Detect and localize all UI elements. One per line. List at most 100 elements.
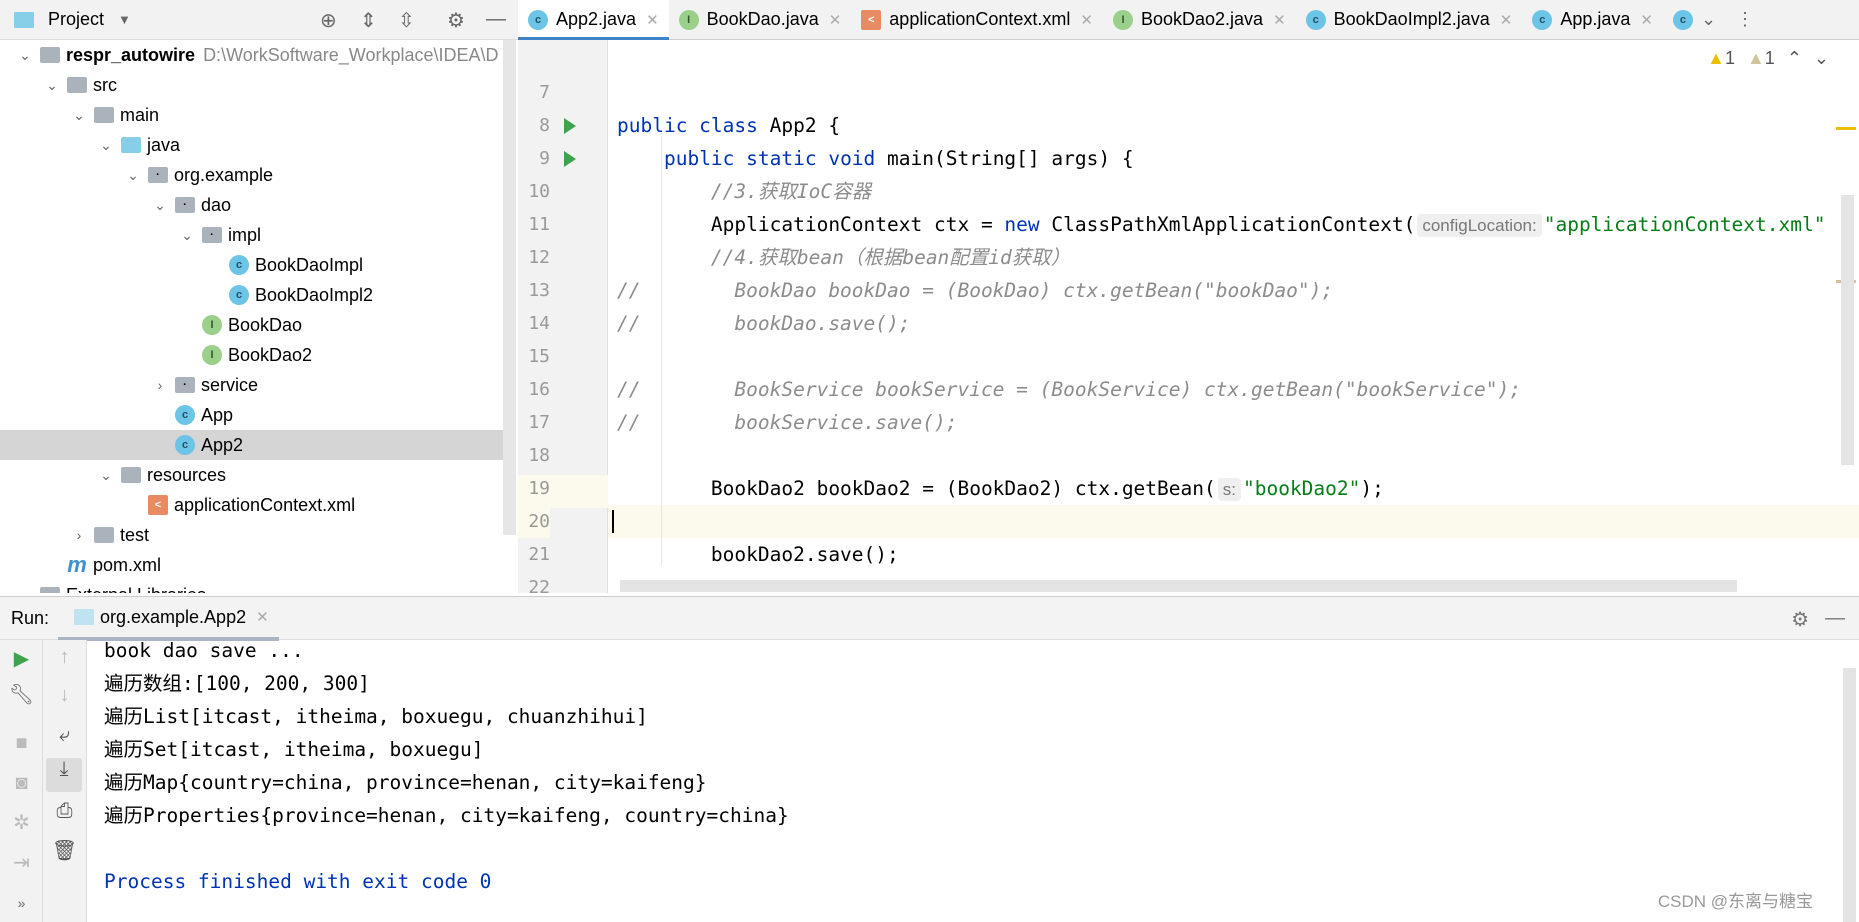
chevron-right-icon[interactable]: › [151,377,169,393]
tab-overflow[interactable]: c ⌄ ⋮ [1663,0,1764,40]
code-line[interactable] [608,505,1859,538]
expand-all-icon[interactable]: ⇕ [360,8,377,33]
tree-item[interactable]: ⌄ · org.example [0,160,503,190]
code-line[interactable]: // BookDao bookDao = (BookDao) ctx.getBe… [608,274,1859,307]
wrench-icon[interactable]: 🔧︎ [0,682,43,707]
print-icon[interactable]: ⎙ [43,800,86,823]
chevron-down-icon[interactable]: ⌄ [97,467,115,484]
collapse-all-icon[interactable]: ⇳ [398,8,415,33]
chevron-down-icon[interactable]: ▼ [118,12,131,27]
code-line[interactable]: public static void main(String[] args) { [608,142,1859,175]
more-icon[interactable]: ⋮ [1736,9,1754,30]
camera-icon[interactable]: ◙ [0,772,43,795]
tree-item[interactable]: ⌄ · impl [0,220,503,250]
previous-highlight-icon[interactable]: ⌃ [1787,48,1802,69]
code-line[interactable]: bookDao2.save(); [608,538,1859,571]
minimize-icon[interactable]: — [486,8,506,31]
console-scrollbar[interactable] [1843,668,1856,922]
tab-applicationcontext-xml[interactable]: < applicationContext.xml ✕ [851,0,1103,40]
code-line[interactable]: //3.获取IoC容器 [608,175,1859,208]
tree-item[interactable]: I BookDao2 [0,340,503,370]
scroll-to-end-icon[interactable]: ⤓ [46,758,82,792]
chevron-down-icon[interactable]: ⌄ [43,77,61,94]
tree-item[interactable]: c BookDaoImpl [0,250,503,280]
tree-item[interactable]: › External Libraries [0,580,503,593]
chevron-down-icon[interactable]: ⌄ [16,47,34,64]
tab-bookdao2-java[interactable]: I BookDao2.java ✕ [1103,0,1296,40]
tree-item[interactable]: › · service [0,370,503,400]
code-line[interactable]: // BookService bookService = (BookServic… [608,373,1859,406]
chevron-down-icon[interactable]: ⌄ [124,167,142,184]
chevron-down-icon[interactable]: ⌄ [178,227,196,244]
tree-item[interactable]: ⌄ resources [0,460,503,490]
code-line[interactable] [608,340,1859,373]
tree-item[interactable]: m pom.xml [0,550,503,580]
tree-item[interactable]: ⌄ main [0,100,503,130]
run-gutter-icon[interactable] [564,118,576,134]
weak-warning-icon: ▲ [1746,48,1765,68]
code-line[interactable]: // bookService.save(); [608,406,1859,439]
exit-icon[interactable]: ⇥ [0,850,43,875]
rerun-icon[interactable]: ▶ [0,646,43,671]
tree-item[interactable]: c App [0,400,503,430]
minimize-icon[interactable]: — [1825,607,1845,630]
more-icon[interactable]: » [0,895,43,911]
project-view-selector[interactable]: Project [48,9,104,30]
chevron-down-icon[interactable]: ⌄ [97,137,115,154]
down-arrow-icon[interactable]: ↓ [43,684,86,707]
next-highlight-icon[interactable]: ⌄ [1814,48,1829,69]
tab-bookdao-java[interactable]: I BookDao.java ✕ [669,0,852,40]
gear-icon[interactable]: ⚙ [1791,607,1809,632]
close-icon[interactable]: ✕ [1273,11,1286,29]
code-line[interactable]: // bookDao.save(); [608,307,1859,340]
tree-scrollbar[interactable] [503,40,516,535]
code-line[interactable] [608,76,1859,109]
soft-wrap-icon[interactable]: ⤶ [43,724,86,747]
chevron-right-icon[interactable]: › [16,587,34,593]
tab-bookdaoimpl2-java[interactable]: c BookDaoImpl2.java ✕ [1296,0,1523,40]
tree-item[interactable]: ⌄ · dao [0,190,503,220]
warning-stripe[interactable] [1836,127,1856,130]
chevron-right-icon[interactable]: › [70,527,88,543]
tab-label: BookDao2.java [1140,9,1264,29]
close-icon[interactable]: ✕ [1080,11,1093,29]
code-line[interactable]: BookDao2 bookDao2 = (BookDao2) ctx.getBe… [608,472,1859,505]
code-line[interactable]: //4.获取bean（根据bean配置id获取） [608,241,1859,274]
tab-app-java[interactable]: c App.java ✕ [1522,0,1663,40]
tree-item[interactable]: ⌄ java [0,130,503,160]
tree-item[interactable]: I BookDao [0,310,503,340]
tree-item[interactable]: › test [0,520,503,550]
chevron-down-icon[interactable]: ⌄ [1701,9,1716,30]
code-editor[interactable]: public class App2 { public static void m… [608,40,1859,593]
close-icon[interactable]: ✕ [646,11,659,29]
close-icon[interactable]: ✕ [1640,11,1653,29]
chevron-down-icon[interactable]: ⌄ [70,107,88,124]
up-arrow-icon[interactable]: ↑ [43,646,86,669]
tree-item[interactable]: < applicationContext.xml [0,490,503,520]
editor-horizontal-scrollbar[interactable] [620,580,1737,592]
code-line[interactable]: public class App2 { [608,109,1859,142]
settings-icon[interactable]: ✲ [0,810,43,835]
trash-icon[interactable]: 🗑︎ [43,838,86,863]
tab-app2-java[interactable]: c App2.java ✕ [518,0,669,41]
code-line[interactable]: ApplicationContext ctx = new ClassPathXm… [608,208,1859,241]
stop-icon[interactable]: ■ [0,732,43,755]
gear-icon[interactable]: ⚙ [447,8,465,33]
locate-icon[interactable]: ⊕ [320,8,337,33]
inspection-widget[interactable]: ▲1 ▲1 ⌃ ⌄ [1707,48,1829,69]
tree-item[interactable]: c BookDaoImpl2 [0,280,503,310]
close-icon[interactable]: ✕ [1500,11,1513,29]
tree-item[interactable]: c App2 [0,430,503,460]
tree-item-label: src [93,74,117,95]
chevron-down-icon[interactable]: ⌄ [151,197,169,214]
editor-scrollbar[interactable] [1841,195,1854,465]
resources-folder-icon [121,467,141,483]
tree-item[interactable]: ⌄ respr_autowire D:\WorkSoftware_Workplace… [0,40,503,70]
line-number: 15 [528,346,550,367]
code-line[interactable] [608,439,1859,472]
run-gutter-icon[interactable] [564,151,576,167]
close-icon[interactable]: ✕ [829,11,842,29]
close-icon[interactable]: ✕ [256,608,269,626]
tab-label: App2.java [556,9,637,29]
tree-item[interactable]: ⌄ src [0,70,503,100]
